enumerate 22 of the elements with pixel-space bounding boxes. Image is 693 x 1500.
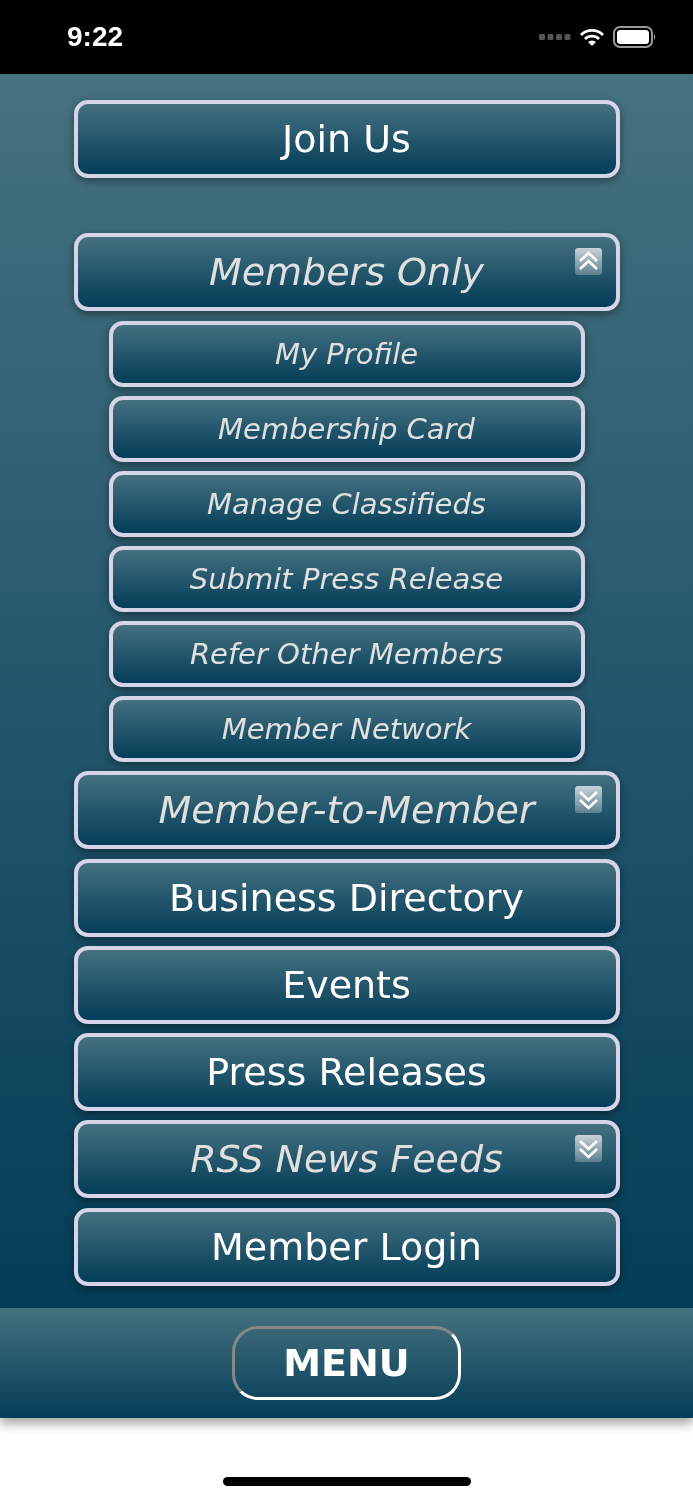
menu-group-button[interactable]: RSS News Feeds — [73, 1120, 620, 1198]
menu-button[interactable]: Press Releases — [73, 1033, 620, 1111]
menu-button[interactable]: Business Directory — [73, 859, 620, 937]
status-time: 9:22 — [67, 21, 124, 53]
expand-icon — [574, 786, 602, 813]
collapse-icon — [574, 248, 602, 275]
battery-icon — [613, 26, 657, 48]
menu-button[interactable]: Member Login — [73, 1208, 620, 1286]
join-us-button[interactable]: Join Us — [73, 100, 620, 178]
menu-button[interactable]: MENU — [232, 1326, 461, 1400]
submenu-button[interactable]: Membership Card — [108, 396, 585, 462]
submenu-button[interactable]: Refer Other Members — [108, 621, 585, 687]
submenu-button[interactable]: Manage Classifieds — [108, 471, 585, 537]
menu-group-button[interactable]: Members Only — [73, 233, 620, 311]
menu-button[interactable]: Events — [73, 946, 620, 1024]
submenu-button[interactable]: My Profile — [108, 321, 585, 387]
submenu-button[interactable]: Member Network — [108, 696, 585, 762]
expand-icon — [574, 1135, 602, 1162]
signal-icon — [539, 33, 571, 41]
submenu-button[interactable]: Submit Press Release — [108, 546, 585, 612]
menu-group-button[interactable]: Member-to-Member — [73, 771, 620, 849]
wifi-icon — [579, 27, 605, 47]
